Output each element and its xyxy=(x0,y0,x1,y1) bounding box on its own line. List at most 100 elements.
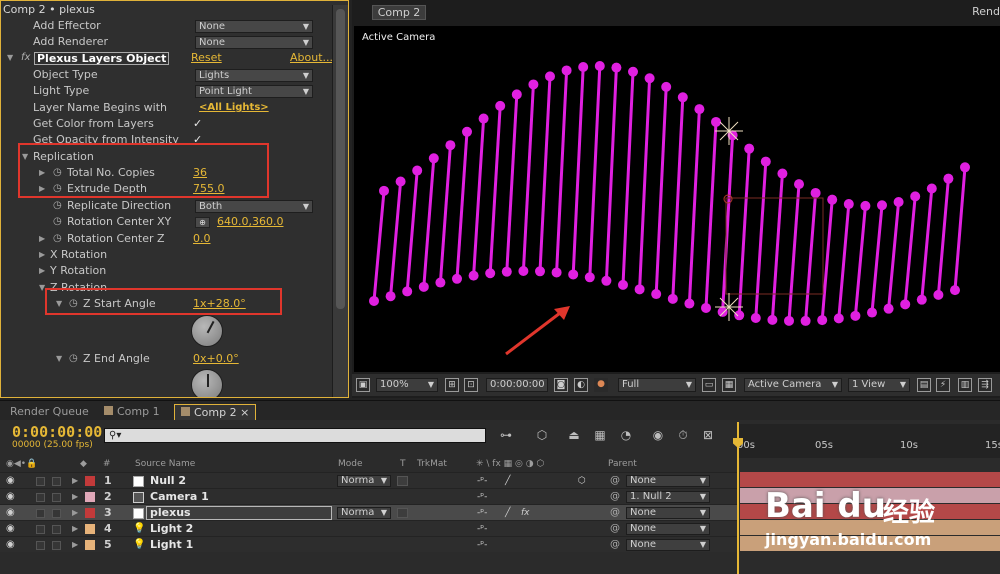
pick-whip-icon[interactable]: @ xyxy=(610,505,620,521)
flowchart-icon[interactable]: ⇶ xyxy=(978,378,992,392)
close-icon[interactable]: × xyxy=(240,406,249,419)
layer-name[interactable]: Light 1 xyxy=(150,537,193,553)
y-rotation-group[interactable]: ▶ Y Rotation xyxy=(1,263,331,279)
pick-whip-icon[interactable]: @ xyxy=(610,521,620,537)
shy-switch-icon[interactable]: -ᵖ- xyxy=(477,505,487,521)
light-type-dropdown[interactable]: Point Light ▼ xyxy=(195,85,313,98)
stopwatch-icon[interactable]: ⏱ xyxy=(675,428,691,442)
time-ruler[interactable]: 00s 05s 10s 15s xyxy=(737,424,1000,458)
camera-view-dropdown[interactable]: Active Camera ▼ xyxy=(744,378,842,392)
shy-switch-icon[interactable]: -ᵖ- xyxy=(477,489,487,505)
lock-switch[interactable] xyxy=(52,477,61,486)
parent-dropdown[interactable]: None ▼ xyxy=(626,507,710,519)
solo-switch[interactable] xyxy=(36,493,45,502)
expand-triangle-icon[interactable]: ▶ xyxy=(72,521,78,537)
x-rotation-group[interactable]: ▶ X Rotation xyxy=(1,247,331,263)
layer-duration-bar[interactable] xyxy=(740,472,1000,487)
layer-row-plexus[interactable]: ◉ ▶ 3 plexus Norma ▼ -ᵖ- ╱ fx @ None ▼ xyxy=(0,504,737,520)
visibility-eye-icon[interactable]: ◉ xyxy=(6,505,15,521)
crosshair-icon[interactable]: ⊕ xyxy=(195,217,210,228)
lock-switch[interactable] xyxy=(52,509,61,518)
expand-triangle-icon[interactable]: ▶ xyxy=(72,505,78,521)
draft-3d-icon[interactable]: ⬡ xyxy=(534,428,550,442)
parent-dropdown[interactable]: None ▼ xyxy=(626,539,710,551)
blend-mode-dropdown[interactable]: Norma ▼ xyxy=(337,507,391,519)
replicate-direction-dropdown[interactable]: Both ▼ xyxy=(195,200,313,213)
composition-tab[interactable]: Comp 2 xyxy=(372,5,426,20)
lock-switch[interactable] xyxy=(52,541,61,550)
comp-mini-flowchart-icon[interactable]: ⊶ xyxy=(498,428,514,442)
show-snapshot-icon[interactable]: ◐ xyxy=(574,378,588,392)
layer-search-input[interactable]: ⚲▾ xyxy=(104,428,486,443)
timeline-icon[interactable]: ▥ xyxy=(958,378,972,392)
parent-dropdown[interactable]: None ▼ xyxy=(626,475,710,487)
scrollbar-thumb[interactable] xyxy=(336,9,345,309)
region-of-interest-icon[interactable]: ▭ xyxy=(702,378,716,392)
effect-controls-scrollbar[interactable] xyxy=(332,5,348,397)
stopwatch-icon[interactable]: ◷ xyxy=(53,198,62,214)
shy-switch-icon[interactable]: -ᵖ- xyxy=(477,521,487,537)
visibility-eye-icon[interactable]: ◉ xyxy=(6,537,15,553)
pick-whip-icon[interactable]: @ xyxy=(610,473,620,489)
rotation-center-xy-value[interactable]: 640.0,360.0 xyxy=(217,214,283,230)
transparency-grid-icon[interactable]: ▦ xyxy=(722,378,736,392)
expand-triangle-icon[interactable]: ▶ xyxy=(39,247,45,263)
snapshot-icon[interactable]: ◙ xyxy=(554,378,568,392)
lock-switch[interactable] xyxy=(52,493,61,502)
shy-switch-icon[interactable]: -ᵖ- xyxy=(477,537,487,553)
3d-layer-icon[interactable]: ⬡ xyxy=(578,473,586,489)
add-renderer-dropdown[interactable]: None ▼ xyxy=(195,36,313,49)
solo-switch[interactable] xyxy=(36,477,45,486)
shy-layers-icon[interactable]: ⏏ xyxy=(566,428,582,442)
expand-triangle-icon[interactable]: ▶ xyxy=(39,231,45,247)
motion-blur-icon[interactable]: ◔ xyxy=(618,428,634,442)
composition-viewer[interactable]: Active Camera xyxy=(354,26,1000,372)
graph-editor-icon[interactable]: ⊠ xyxy=(700,428,716,442)
fast-previews-icon[interactable]: ⚡ xyxy=(936,378,950,392)
layer-name[interactable]: Camera 1 xyxy=(150,489,209,505)
layer-name-value[interactable]: <All Lights> xyxy=(199,100,269,116)
solo-switch[interactable] xyxy=(36,509,45,518)
label-color-swatch[interactable] xyxy=(85,492,95,502)
quality-switch-icon[interactable]: ╱ xyxy=(505,473,510,489)
layer-name[interactable]: Null 2 xyxy=(150,473,186,489)
stopwatch-icon[interactable]: ◷ xyxy=(53,231,62,247)
visibility-eye-icon[interactable]: ◉ xyxy=(6,489,15,505)
layer-name[interactable]: Light 2 xyxy=(150,521,193,537)
tab-render-queue[interactable]: Render Queue xyxy=(4,404,95,421)
stopwatch-icon[interactable]: ◷ xyxy=(53,214,62,230)
timeline-current-time[interactable]: 0:00:00:00 xyxy=(12,423,102,441)
safe-margins-icon[interactable]: ⊞ xyxy=(445,378,459,392)
about-link[interactable]: About... xyxy=(290,50,333,66)
quality-switch-icon[interactable]: ╱ xyxy=(505,505,510,521)
parent-dropdown[interactable]: None ▼ xyxy=(626,523,710,535)
get-color-checkbox[interactable]: ✓ xyxy=(193,118,203,129)
layer-row-light-1[interactable]: ◉ ▶ 5 💡 Light 1 -ᵖ- @ None ▼ xyxy=(0,536,737,552)
expand-triangle-icon[interactable]: ▶ xyxy=(39,263,45,279)
view-layout-dropdown[interactable]: 1 View ▼ xyxy=(848,378,910,392)
tab-comp-2[interactable]: Comp 2 × xyxy=(174,404,257,421)
label-color-swatch[interactable] xyxy=(85,508,95,518)
label-color-swatch[interactable] xyxy=(85,540,95,550)
blend-mode-dropdown[interactable]: Norma ▼ xyxy=(337,475,391,487)
layer-row-null-2[interactable]: ◉ ▶ 1 Null 2 Norma ▼ -ᵖ- ╱ ⬡ @ None ▼ xyxy=(0,472,737,488)
fx-icon[interactable]: fx xyxy=(21,50,30,66)
current-time-field[interactable]: 0:00:00:00 xyxy=(486,378,548,392)
source-name-header[interactable]: Source Name xyxy=(135,457,195,471)
label-color-swatch[interactable] xyxy=(85,524,95,534)
channels-icon[interactable]: ● xyxy=(594,378,608,392)
zoom-dropdown[interactable]: 100% ▼ xyxy=(376,378,438,392)
expand-triangle-icon[interactable]: ▶ xyxy=(72,537,78,553)
preserve-transparency-switch[interactable] xyxy=(397,508,408,518)
expand-triangle-icon[interactable]: ▼ xyxy=(7,50,13,66)
grid-icon[interactable]: ⊡ xyxy=(464,378,478,392)
layer-name[interactable]: plexus xyxy=(150,505,191,521)
resolution-dropdown[interactable]: Full ▼ xyxy=(618,378,696,392)
object-type-dropdown[interactable]: Lights ▼ xyxy=(195,69,313,82)
stopwatch-icon[interactable]: ◷ xyxy=(69,351,78,367)
lock-switch[interactable] xyxy=(52,525,61,534)
pick-whip-icon[interactable]: @ xyxy=(610,537,620,553)
z-end-angle-dial[interactable] xyxy=(191,369,223,397)
brainstorm-icon[interactable]: ◉ xyxy=(650,428,666,442)
parent-dropdown[interactable]: 1. Null 2 ▼ xyxy=(626,491,710,503)
